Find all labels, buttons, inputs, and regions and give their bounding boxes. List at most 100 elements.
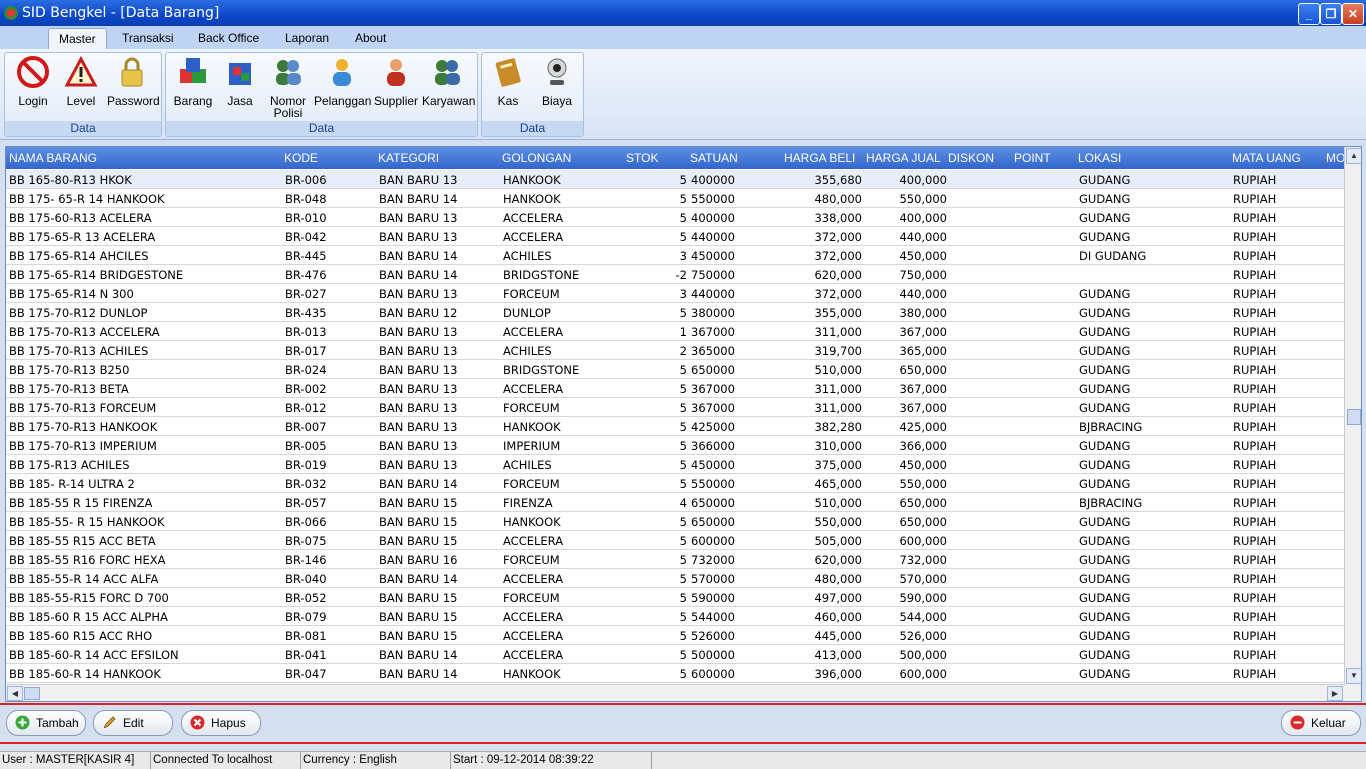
table-row[interactable]: BB 175-70-R13 ACHILES BR-017 BAN BARU 13 AC…	[6, 341, 1344, 360]
table-cell: 440000	[691, 230, 735, 244]
table-row[interactable]: BB 185-55- R 15 HANKOOK BR-066 BAN BARU 15…	[6, 512, 1344, 531]
scroll-up-icon[interactable]: ▲	[1346, 148, 1361, 164]
minimize-button[interactable]: _	[1298, 3, 1320, 25]
table-cell: 445,000	[814, 629, 862, 643]
table-cell: BR-040	[285, 572, 327, 586]
table-row[interactable]: BB 175-70-R13 B250 BR-024 BAN BARU 13 BRIDG…	[6, 360, 1344, 379]
table-row[interactable]: BB 175-70-R12 DUNLOP BR-435 BAN BARU 12 DUN…	[6, 303, 1344, 322]
tab-transaksi[interactable]: Transaksi	[112, 28, 184, 48]
kas-button[interactable]: Kas	[488, 55, 528, 107]
scroll-right-icon[interactable]: ▶	[1327, 686, 1343, 701]
level-button[interactable]: Level	[61, 55, 101, 107]
table-cell: RUPIAH	[1233, 230, 1277, 244]
pelanggan-button[interactable]: Pelanggan	[314, 55, 371, 107]
jasa-button[interactable]: Jasa	[222, 55, 258, 107]
table-row[interactable]: BB 175-70-R13 IMPERIUM BR-005 BAN BARU 13 I…	[6, 436, 1344, 455]
horizontal-scrollbar[interactable]: ◀ ▶	[6, 684, 1344, 701]
table-cell: BAN BARU 13	[379, 401, 458, 415]
col-point[interactable]: POINT	[1014, 151, 1051, 165]
table-cell: RUPIAH	[1233, 287, 1277, 301]
table-row[interactable]: BB 175-65-R14 BRIDGESTONE BR-476 BAN BARU …	[6, 265, 1344, 284]
nomor-polisi-button[interactable]: Nomor Polisi	[266, 55, 310, 119]
col-harga-jual[interactable]: HARGA JUAL	[866, 151, 941, 165]
horizontal-scroll-thumb[interactable]	[24, 687, 40, 700]
col-nama-barang[interactable]: NAMA BARANG	[9, 151, 97, 165]
scroll-left-icon[interactable]: ◀	[7, 686, 23, 701]
table-row[interactable]: BB 175-R13 ACHILES BR-019 BAN BARU 13 ACHIL…	[6, 455, 1344, 474]
vertical-scroll-thumb[interactable]	[1347, 409, 1361, 425]
edit-button[interactable]: Edit	[93, 710, 173, 736]
table-row[interactable]: BB 185-55 R16 FORC HEXA BR-146 BAN BARU 16…	[6, 550, 1344, 569]
tab-back-office[interactable]: Back Office	[188, 28, 269, 48]
table-cell: 650,000	[899, 363, 947, 377]
table-row[interactable]: BB 185-60 R 15 ACC ALPHA BR-079 BAN BARU 1…	[6, 607, 1344, 626]
table-cell: FIRENZA	[503, 496, 553, 510]
table-cell: BAN BARU 13	[379, 344, 458, 358]
table-cell: 5	[679, 173, 687, 187]
biaya-button[interactable]: Biaya	[536, 55, 578, 107]
col-golongan[interactable]: GOLONGAN	[502, 151, 571, 165]
hapus-button[interactable]: Hapus	[181, 710, 261, 736]
tab-laporan[interactable]: Laporan	[275, 28, 339, 48]
table-row[interactable]: BB 185-55 R15 ACC BETA BR-075 BAN BARU 15 A…	[6, 531, 1344, 550]
table-row[interactable]: BB 175-65-R14 AHCILES BR-445 BAN BARU 14 AC…	[6, 246, 1344, 265]
table-row[interactable]: BB 185-55-R 14 ACC ALFA BR-040 BAN BARU 14…	[6, 569, 1344, 588]
table-cell: BAN BARU 15	[379, 610, 458, 624]
ribbon-group-label: Data	[482, 121, 583, 136]
table-cell: RUPIAH	[1233, 249, 1277, 263]
table-cell: BR-042	[285, 230, 327, 244]
table-row[interactable]: BB 175-70-R13 HANKOOK BR-007 BAN BARU 13 HA…	[6, 417, 1344, 436]
table-cell: RUPIAH	[1233, 401, 1277, 415]
table-row[interactable]: BB 185-60 R15 ACC RHO BR-081 BAN BARU 15 AC…	[6, 626, 1344, 645]
table-cell: RUPIAH	[1233, 553, 1277, 567]
col-harga-beli[interactable]: HARGA BELI	[784, 151, 855, 165]
table-cell: BB 185-55 R 15 FIRENZA	[9, 496, 153, 510]
table-cell: 5	[679, 610, 687, 624]
login-button[interactable]: Login	[13, 55, 53, 107]
table-row[interactable]: BB 175- 65-R 14 HANKOOK BR-048 BAN BARU 14…	[6, 189, 1344, 208]
table-cell: FORCEUM	[503, 477, 560, 491]
password-button[interactable]: Password	[107, 55, 160, 107]
table-row[interactable]: BB 185-60-R 14 HANKOOK BR-047 BAN BARU 14 H…	[6, 664, 1344, 683]
col-mata-uang[interactable]: MATA UANG	[1232, 151, 1301, 165]
barang-button[interactable]: Barang	[172, 55, 214, 107]
table-cell: RUPIAH	[1233, 382, 1277, 396]
table-row[interactable]: BB 185-55 R 15 FIRENZA BR-057 BAN BARU 15 F…	[6, 493, 1344, 512]
table-cell: BB 185-55 R15 ACC BETA	[9, 534, 156, 548]
table-cell: 590,000	[899, 591, 947, 605]
table-cell: BJBRACING	[1079, 420, 1143, 434]
table-row[interactable]: BB 175-65-R 13 ACELERA BR-042 BAN BARU 13 A…	[6, 227, 1344, 246]
table-row[interactable]: BB 165-80-R13 HKOK BR-006 BAN BARU 13 HANKO…	[6, 170, 1344, 189]
table-row[interactable]: BB 185- R-14 ULTRA 2 BR-032 BAN BARU 14 FOR…	[6, 474, 1344, 493]
col-lokasi[interactable]: LOKASI	[1078, 151, 1121, 165]
supplier-button[interactable]: Supplier	[374, 55, 418, 107]
scroll-down-icon[interactable]: ▼	[1346, 668, 1361, 684]
tab-about[interactable]: About	[345, 28, 396, 48]
col-diskon[interactable]: DISKON	[948, 151, 994, 165]
table-row[interactable]: BB 175-65-R14 N 300 BR-027 BAN BARU 13 FORC…	[6, 284, 1344, 303]
col-mo[interactable]: MO	[1326, 151, 1344, 165]
table-cell: 367,000	[899, 325, 947, 339]
karyawan-button[interactable]: Karyawan	[422, 55, 475, 107]
col-satuan[interactable]: SATUAN	[690, 151, 738, 165]
keluar-button[interactable]: Keluar	[1281, 710, 1361, 736]
table-row[interactable]: BB 175-70-R13 BETA BR-002 BAN BARU 13 ACCEL…	[6, 379, 1344, 398]
vertical-scrollbar[interactable]: ▲ ▼	[1344, 147, 1361, 685]
col-stok[interactable]: STOK	[626, 151, 658, 165]
close-button[interactable]: ✕	[1342, 3, 1364, 25]
table-cell: BB 185-60 R 15 ACC ALPHA	[9, 610, 168, 624]
tab-master[interactable]: Master	[48, 28, 107, 49]
tambah-button[interactable]: Tambah	[6, 710, 86, 736]
col-kode[interactable]: KODE	[284, 151, 318, 165]
ribbon-group-security: Login Level Password Data	[4, 52, 162, 137]
restore-button[interactable]: ❐	[1320, 3, 1342, 25]
table-cell: 497,000	[814, 591, 862, 605]
table-row[interactable]: BB 175-70-R13 ACCELERA BR-013 BAN BARU 13 A…	[6, 322, 1344, 341]
col-kategori[interactable]: KATEGORI	[378, 151, 439, 165]
table-row[interactable]: BB 185-60-R 14 ACC EFSILON BR-041 BAN BARU…	[6, 645, 1344, 664]
table-row[interactable]: BB 175-60-R13 ACELERA BR-010 BAN BARU 13 AC…	[6, 208, 1344, 227]
table-cell: FORCEUM	[503, 591, 560, 605]
table-row[interactable]: BB 185-55-R15 FORC D 700 BR-052 BAN BARU 1…	[6, 588, 1344, 607]
table-cell: 5	[679, 629, 687, 643]
table-row[interactable]: BB 175-70-R13 FORCEUM BR-012 BAN BARU 13 FO…	[6, 398, 1344, 417]
